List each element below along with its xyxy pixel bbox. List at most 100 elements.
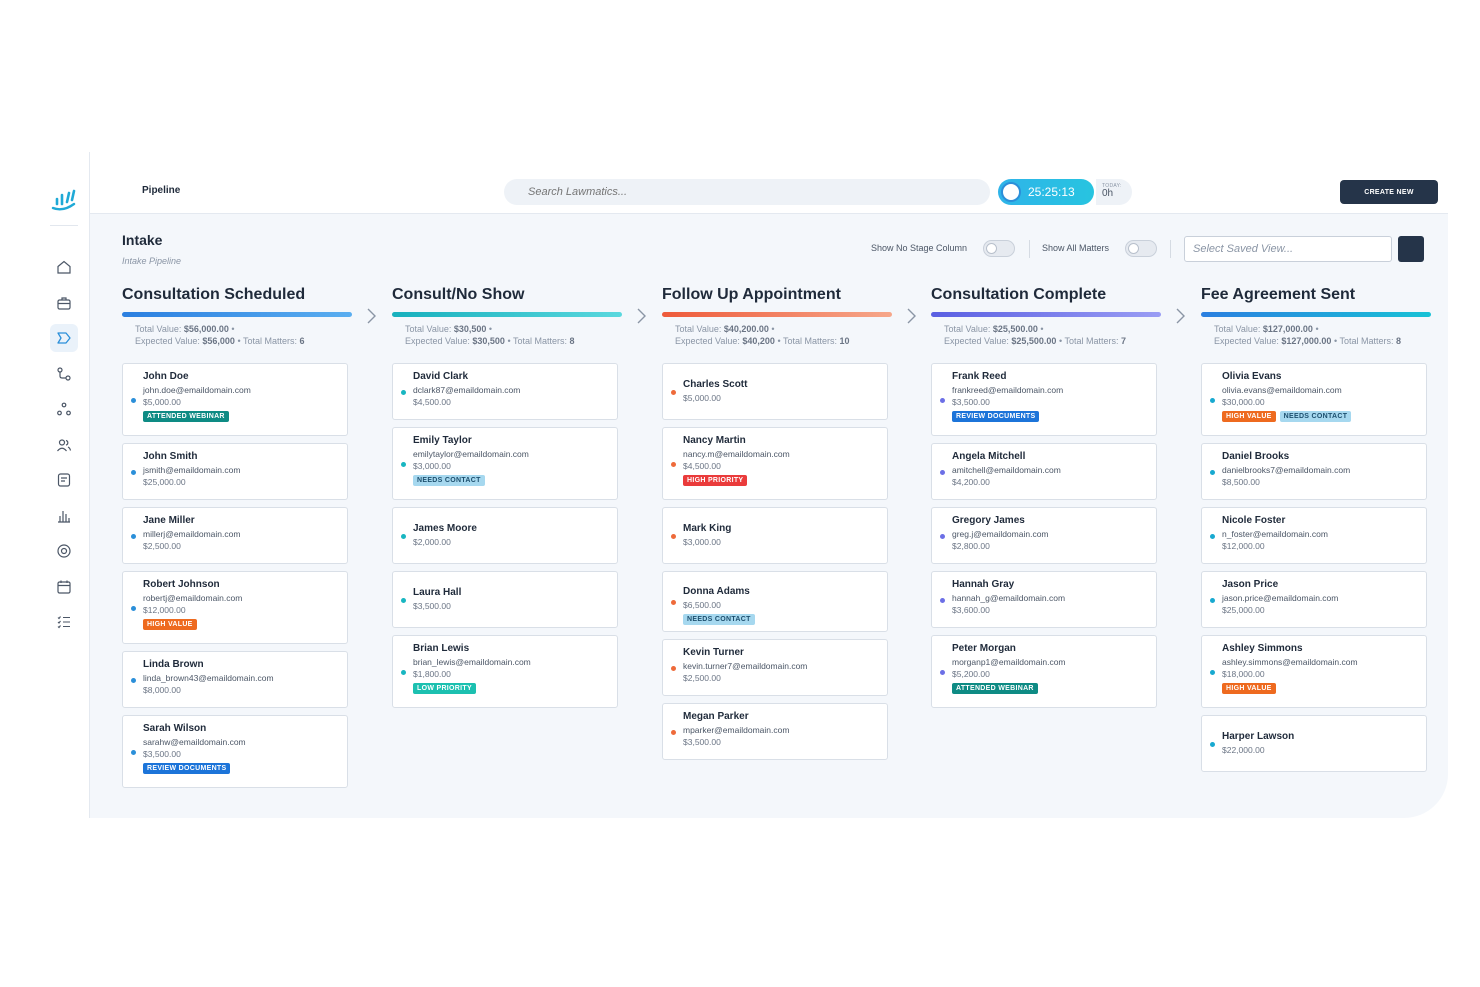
saved-view-button[interactable] — [1398, 236, 1424, 262]
column-title[interactable]: Consultation Complete — [931, 286, 1161, 308]
matter-card[interactable]: Mark King $3,000.00 — [662, 507, 888, 564]
toggle-show-all-matters[interactable] — [1125, 240, 1157, 257]
matter-tags: ATTENDED WEBINAR — [952, 683, 1038, 694]
chevron-right-icon — [907, 308, 916, 324]
lawmatics-logo-icon[interactable] — [50, 188, 76, 212]
matter-name[interactable]: Robert Johnson — [143, 579, 220, 590]
matter-name[interactable]: Peter Morgan — [952, 643, 1016, 654]
column-stats: Total Value: $127,000.00 • Expected Value… — [1214, 324, 1401, 346]
column-progress-bar — [931, 312, 1161, 317]
matter-name[interactable]: Donna Adams — [683, 586, 750, 597]
timer-toggle[interactable]: 25:25:13 — [998, 179, 1094, 205]
matter-card[interactable]: John Doe john.doe@emaildomain.com $5,000.0… — [122, 363, 348, 436]
matter-card[interactable]: Charles Scott $5,000.00 — [662, 363, 888, 420]
matter-card[interactable]: Laura Hall $3,500.00 — [392, 571, 618, 628]
matter-name[interactable]: Gregory James — [952, 515, 1025, 526]
matter-card[interactable]: Kevin Turner kevin.turner7@emaildomain.co… — [662, 639, 888, 696]
status-dot — [1210, 398, 1215, 403]
column-progress-bar — [662, 312, 892, 317]
matter-card[interactable]: Brian Lewis brian_lewis@emaildomain.com $1… — [392, 635, 618, 708]
matter-name[interactable]: John Doe — [143, 371, 189, 382]
matter-card[interactable]: Ashley Simmons ashley.simmons@emaildomain… — [1201, 635, 1427, 708]
matter-tags: NEEDS CONTACT — [683, 614, 755, 625]
network-icon[interactable] — [50, 395, 78, 423]
tasks-icon[interactable] — [50, 608, 78, 636]
matter-name[interactable]: James Moore — [413, 523, 477, 534]
matter-name[interactable]: Emily Taylor — [413, 435, 472, 446]
column-total-matters: Total Matters: 6 — [242, 336, 305, 346]
workflow-icon[interactable] — [50, 360, 78, 388]
matter-card[interactable]: Jason Price jason.price@emaildomain.com $2… — [1201, 571, 1427, 628]
saved-view-select[interactable]: Select Saved View... — [1184, 236, 1392, 262]
matter-card[interactable]: Nicole Foster n_foster@emaildomain.com $12… — [1201, 507, 1427, 564]
matter-card[interactable]: John Smith jsmith@emaildomain.com $25,000.… — [122, 443, 348, 500]
matter-card[interactable]: Emily Taylor emilytaylor@emaildomain.com $… — [392, 427, 618, 500]
matter-name[interactable]: Jason Price — [1222, 579, 1278, 590]
matter-value: $3,500.00 — [952, 397, 990, 407]
matter-name[interactable]: Megan Parker — [683, 711, 749, 722]
matter-card[interactable]: Donna Adams $6,500.00 NEEDS CONTACT — [662, 571, 888, 632]
matter-email: jsmith@emaildomain.com — [143, 465, 241, 475]
matter-card[interactable]: Nancy Martin nancy.m@emaildomain.com $4,50… — [662, 427, 888, 500]
matter-card[interactable]: Linda Brown linda_brown43@emaildomain.com… — [122, 651, 348, 708]
matter-name[interactable]: Olivia Evans — [1222, 371, 1281, 382]
matter-name[interactable]: Kevin Turner — [683, 647, 744, 658]
status-dot — [401, 670, 406, 675]
matter-name[interactable]: Angela Mitchell — [952, 451, 1025, 462]
matter-email: n_foster@emaildomain.com — [1222, 529, 1328, 539]
matter-card[interactable]: Peter Morgan morganp1@emaildomain.com $5,2… — [931, 635, 1157, 708]
contacts-icon[interactable] — [50, 431, 78, 459]
matter-card[interactable]: Robert Johnson robertj@emaildomain.com $12… — [122, 571, 348, 644]
matter-name[interactable]: Harper Lawson — [1222, 731, 1294, 742]
matter-card[interactable]: Angela Mitchell amitchell@emaildomain.com… — [931, 443, 1157, 500]
matter-name[interactable]: Linda Brown — [143, 659, 204, 670]
matter-card[interactable]: Olivia Evans olivia.evans@emaildomain.com… — [1201, 363, 1427, 436]
home-icon[interactable] — [50, 253, 78, 281]
calendar-icon[interactable] — [50, 573, 78, 601]
matter-name[interactable]: Ashley Simmons — [1222, 643, 1303, 654]
timer-knob[interactable] — [1001, 182, 1021, 202]
matter-name[interactable]: Charles Scott — [683, 379, 747, 390]
matter-name[interactable]: David Clark — [413, 371, 468, 382]
toolbar-divider — [1170, 240, 1171, 258]
column-title[interactable]: Follow Up Appointment — [662, 286, 892, 308]
matter-name[interactable]: Jane Miller — [143, 515, 195, 526]
matter-card[interactable]: Gregory James greg.j@emaildomain.com $2,80… — [931, 507, 1157, 564]
pipeline-icon[interactable] — [50, 324, 78, 352]
document-icon[interactable] — [50, 466, 78, 494]
matter-card[interactable]: Harper Lawson $22,000.00 — [1201, 715, 1427, 772]
briefcase-icon[interactable] — [50, 289, 78, 317]
matter-card[interactable]: David Clark dclark87@emaildomain.com $4,50… — [392, 363, 618, 420]
toggle-no-stage-column[interactable] — [983, 240, 1015, 257]
matter-card[interactable]: Hannah Gray hannah_g@emaildomain.com $3,60… — [931, 571, 1157, 628]
matter-name[interactable]: Nancy Martin — [683, 435, 746, 446]
matter-card[interactable]: Jane Miller millerj@emaildomain.com $2,500… — [122, 507, 348, 564]
matter-card[interactable]: Sarah Wilson sarahw@emaildomain.com $3,500… — [122, 715, 348, 788]
status-dot — [671, 666, 676, 671]
column-title[interactable]: Consultation Scheduled — [122, 286, 352, 308]
column-title[interactable]: Consult/No Show — [392, 286, 622, 308]
reports-icon[interactable] — [50, 502, 78, 530]
billing-icon[interactable] — [50, 537, 78, 565]
matter-name[interactable]: Sarah Wilson — [143, 723, 206, 734]
matter-name[interactable]: Laura Hall — [413, 587, 461, 598]
matter-name[interactable]: Brian Lewis — [413, 643, 469, 654]
matter-name[interactable]: John Smith — [143, 451, 197, 462]
matter-card[interactable]: Frank Reed frankreed@emaildomain.com $3,50… — [931, 363, 1157, 436]
matter-name[interactable]: Mark King — [683, 523, 731, 534]
matter-name[interactable]: Nicole Foster — [1222, 515, 1285, 526]
matter-value: $3,000.00 — [413, 461, 451, 471]
matter-name[interactable]: Hannah Gray — [952, 579, 1014, 590]
matter-name[interactable]: Frank Reed — [952, 371, 1006, 382]
matter-card[interactable]: Daniel Brooks danielbrooks7@emaildomain.c… — [1201, 443, 1427, 500]
matter-name[interactable]: Daniel Brooks — [1222, 451, 1289, 462]
column-title[interactable]: Fee Agreement Sent — [1201, 286, 1431, 308]
tag-badge: LOW PRIORITY — [413, 683, 476, 694]
matter-card[interactable]: Megan Parker mparker@emaildomain.com $3,50… — [662, 703, 888, 760]
matter-card[interactable]: James Moore $2,000.00 — [392, 507, 618, 564]
search-input[interactable] — [504, 179, 990, 205]
create-new-button[interactable]: CREATE NEW — [1340, 180, 1438, 204]
status-dot — [1210, 534, 1215, 539]
column-stats: Total Value: $30,500 • Expected Value: $3… — [405, 324, 575, 346]
toggle-all-matters-label: Show All Matters — [1042, 243, 1110, 253]
